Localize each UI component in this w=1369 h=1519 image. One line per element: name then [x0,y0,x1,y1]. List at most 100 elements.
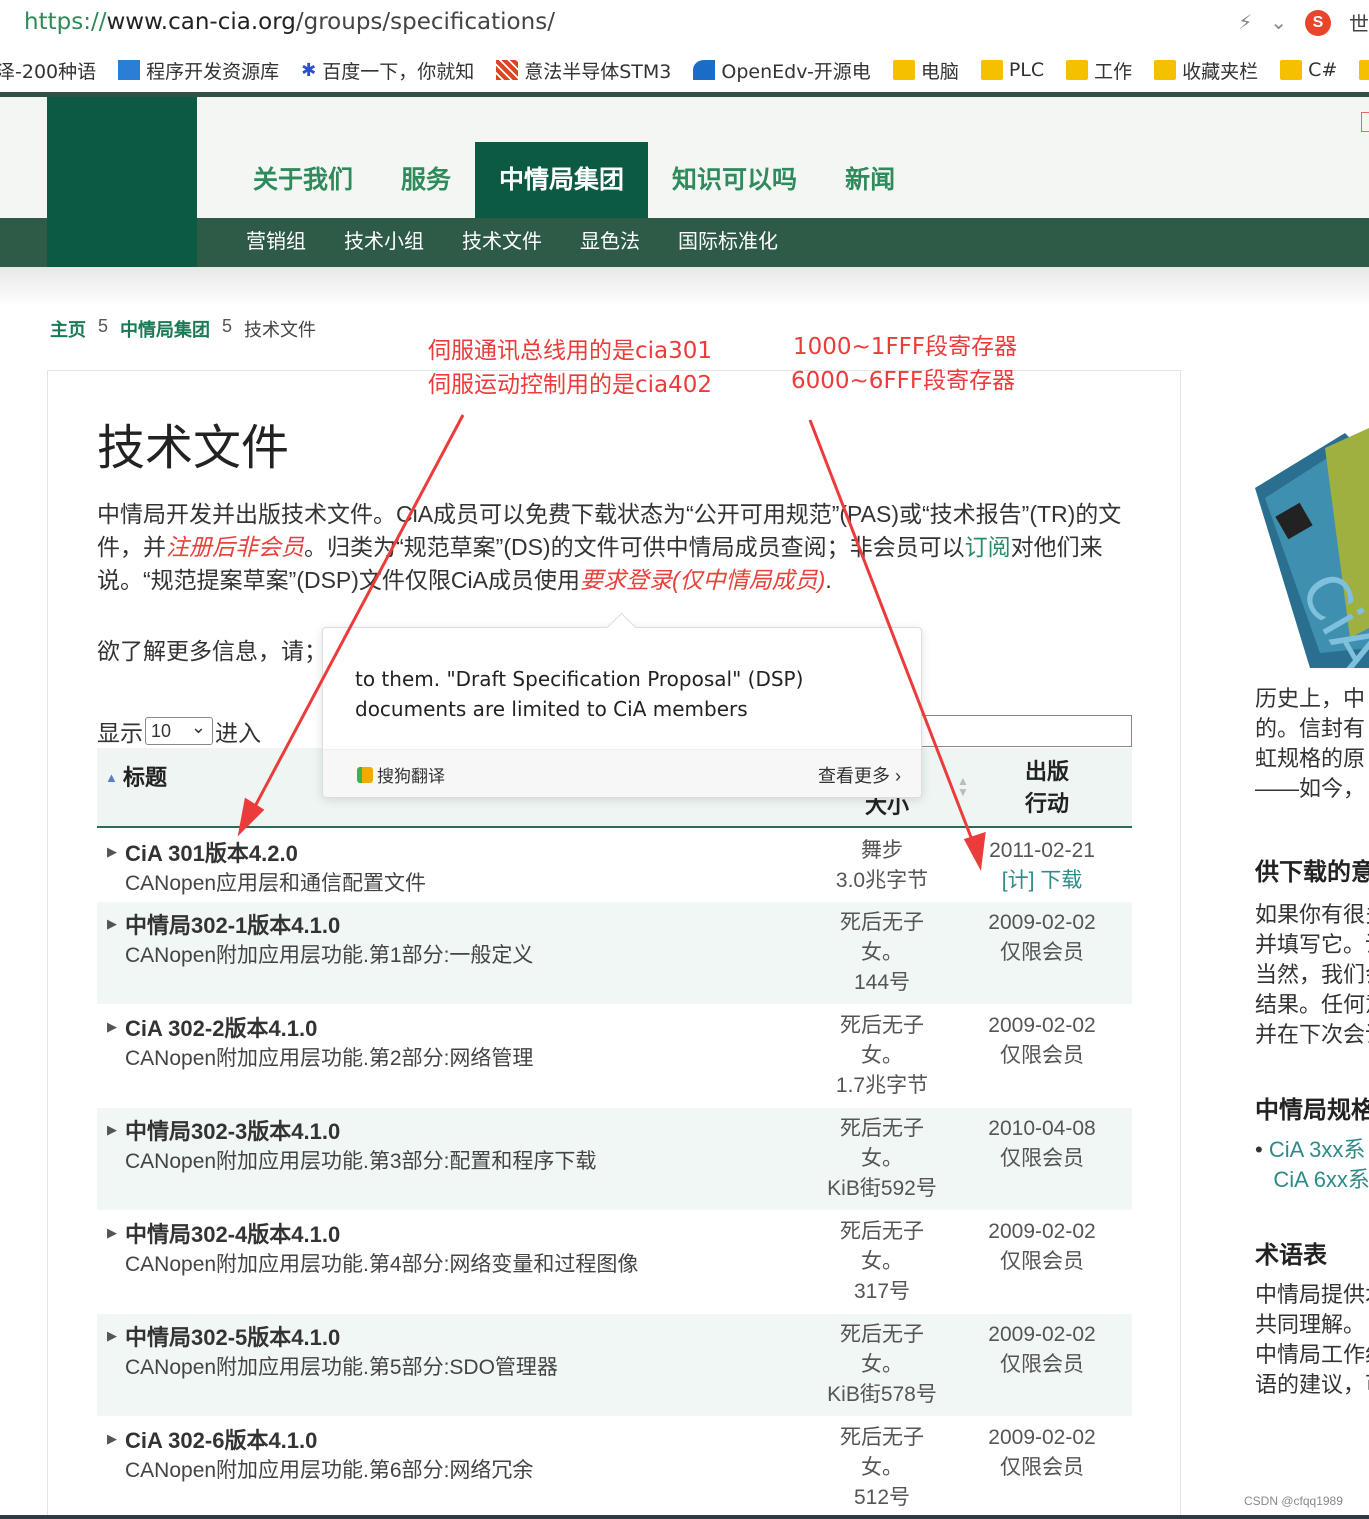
intro-paragraph: 中情局开发并出版技术文件。CiA成员可以免费下载状态为“公开可用规范”(PAS)… [97,501,1122,593]
doc-size: 死后无子 女。 KiB街578号 [827,1323,937,1406]
table-row[interactable]: ▶ 中情局302-5版本4.1.0 CANopen附加应用层功能.第5部分:SD… [97,1314,1132,1416]
nav-news[interactable]: 新闻 [821,142,919,218]
table-row[interactable]: ▶ 中情局302-3版本4.1.0 CANopen附加应用层功能.第3部分:配置… [97,1108,1132,1210]
breadcrumb-separator: 5 [98,316,109,336]
subnav-colorimetry[interactable]: 显色法 [580,218,640,267]
browser-address-bar[interactable]: https://www.can-cia.org/groups/specifica… [0,0,1369,46]
nav-services[interactable]: 服务 [377,142,475,218]
sogou-translate-icon [357,766,373,783]
expand-row-icon[interactable]: ▶ [107,1122,117,1138]
doc-publication: 2010-04-08 仅限会员 [972,1114,1112,1174]
bookmark-item[interactable]: OpenEdv-开源电 [693,57,871,84]
bookmark-item[interactable]: 意法半导体STM3 [496,57,671,84]
folder-icon [1359,60,1369,80]
breadcrumb-group[interactable]: 中情局集团 [120,316,210,342]
bookmark-item[interactable]: 程序开发资源库 [118,57,279,84]
url-text[interactable]: https://www.can-cia.org/groups/specifica… [24,9,555,35]
column-publication[interactable]: 出版 行动 [1025,756,1069,820]
translation-text: to them. "Draft Specification Proposal" … [355,667,804,721]
subnav-standardization[interactable]: 国际标准化 [678,218,778,267]
members-only-label: 仅限会员 [1000,1147,1084,1170]
breadcrumb-home[interactable]: 主页 [50,316,86,342]
breadcrumb: 主页 5 中情局集团 5 技术文件 [50,316,316,342]
table-row[interactable]: ▶ 中情局302-1版本4.1.0 CANopen附加应用层功能.第1部分:一般… [97,902,1132,1004]
doc-description: CANopen附加应用层功能.第5部分:SDO管理器 [125,1356,558,1379]
nav-knowledge[interactable]: 知识可以吗 [648,142,821,218]
table-row[interactable]: ▶ CiA 302-6版本4.1.0 CANopen附加应用层功能.第6部分:网… [97,1417,1132,1515]
chevron-down-icon[interactable]: ⌄ [1270,10,1287,35]
bookmark-item[interactable]: ✱ 百度一下，你就知 [301,57,474,84]
bookmark-folder[interactable]: 收藏夹栏 [1154,57,1258,84]
bookmark-item[interactable]: 泽-200种语 [0,57,96,84]
expand-row-icon[interactable]: ▶ [107,1225,117,1241]
column-title[interactable]: 标题 [123,760,167,792]
table-row[interactable]: ▶ CiA 302-2版本4.1.0 CANopen附加应用层功能.第2部分:网… [97,1005,1132,1107]
doc-size: 舞步 3.0兆字节 [835,839,929,892]
doc-publication: 2011-02-21 [计] 下载 [972,836,1112,896]
address-bar-icons: ⚡ ⌄ S 世 [1238,8,1369,37]
expand-row-icon[interactable]: ▶ [107,916,117,932]
doc-publication: 2009-02-02 仅限会员 [972,1320,1112,1380]
doc-description: CANopen附加应用层功能.第1部分:一般定义 [125,944,534,967]
table-row[interactable]: ▶ CiA 301版本4.2.0 CANopen应用层和通信配置文件 舞步 3.0… [97,830,1132,902]
list-item[interactable]: • CiA 3xx系 [1255,1135,1369,1165]
expand-row-icon[interactable]: ▶ [107,1328,117,1344]
header-shadow [0,267,1369,307]
login-link[interactable]: 要求登录(仅中情局成员) [580,567,825,593]
download-link[interactable]: [计] 下载 [972,866,1112,896]
sidebar-paragraph: 如果你有很多并填写它。说当然，我们会结果。任何意并在下次会议 [1255,902,1369,1047]
members-only-label: 仅限会员 [1000,1250,1084,1273]
doc-description: CANopen附加应用层功能.第4部分:网络变量和过程图像 [125,1253,639,1276]
bookmark-folder[interactable]: 电脑 [892,57,959,84]
list-item[interactable]: CiA 6xx系 [1255,1165,1369,1195]
expand-row-icon[interactable]: ▶ [107,844,117,860]
doc-title: 中情局302-1版本4.1.0 [125,913,341,938]
doc-size: 死后无子 女。 512号 [840,1426,924,1509]
popup-footer: 搜狗翻译 查看更多 › [323,749,921,797]
doc-description: CANopen应用层和通信配置文件 [125,872,427,895]
doc-publication: 2009-02-02 仅限会员 [972,1217,1112,1277]
lightning-icon[interactable]: ⚡ [1238,10,1252,35]
entries-select[interactable]: 10 [145,714,213,745]
annotation-left: 伺服通讯总线用的是cia301 伺服运动控制用的是cia402 [428,338,713,398]
expand-row-icon[interactable]: ▶ [107,1431,117,1447]
subscribe-link[interactable]: 订阅 [965,534,1011,560]
doc-title: 中情局302-5版本4.1.0 [125,1325,341,1350]
breadcrumb-current: 技术文件 [244,320,317,340]
sort-both-icon[interactable]: ▲ ▼ [957,775,969,798]
folder-icon [892,60,915,80]
subnav-marketing[interactable]: 营销组 [246,218,306,267]
paw-icon: ✱ [301,59,317,81]
members-only-label: 仅限会员 [1000,1456,1084,1479]
bookmark-folder[interactable]: 工作 [1066,57,1132,84]
register-link[interactable]: 注册后非会员 [166,534,304,560]
bookmark-folder[interactable]: PLC [980,59,1044,81]
folder-icon [1066,60,1089,80]
bookmark-folder[interactable]: C# [1280,59,1337,81]
nav-about[interactable]: 关于我们 [229,142,377,218]
sub-nav: 营销组 技术小组 技术文件 显色法 国际标准化 [246,218,778,267]
doc-title: CiA 301版本4.2.0 [125,841,298,866]
sort-asc-icon[interactable]: ▲ [105,770,118,785]
table-search-input[interactable] [915,715,1132,747]
sogou-translate-brand: 搜狗翻译 [357,762,445,787]
sidebar-heading: 中情局规格 [1255,1097,1369,1124]
doc-title: 中情局302-4版本4.1.0 [125,1222,341,1247]
doc-size: 死后无子 女。 317号 [840,1220,924,1303]
spec-book-image: CiA [1255,428,1369,668]
subnav-technical-groups[interactable]: 技术小组 [344,218,424,267]
annotation-right: 1000~1FFF段寄存器 6000~6FFF段寄存器 [791,334,1018,394]
expand-row-icon[interactable]: ▶ [107,1019,117,1035]
sidebar-paragraph: 历史上，中 的。信封有 虹规格的原 ——如今， [1255,686,1366,801]
st-icon [496,60,519,80]
sogou-extension-icon[interactable]: S [1305,9,1331,36]
bookmark-folder[interactable] [1359,60,1369,80]
toolbar-overflow-label[interactable]: 世 [1349,8,1369,37]
table-row[interactable]: ▶ 中情局302-4版本4.1.0 CANopen附加应用层功能.第4部分:网络… [97,1211,1132,1313]
subnav-technical-documents[interactable]: 技术文件 [462,218,542,267]
breadcrumb-separator: 5 [222,316,233,336]
see-more-link[interactable]: 查看更多 › [818,762,901,788]
nav-cia-group[interactable]: 中情局集团 [475,142,649,218]
bullet-icon: • [1255,1137,1263,1162]
folder-icon [1280,60,1303,80]
